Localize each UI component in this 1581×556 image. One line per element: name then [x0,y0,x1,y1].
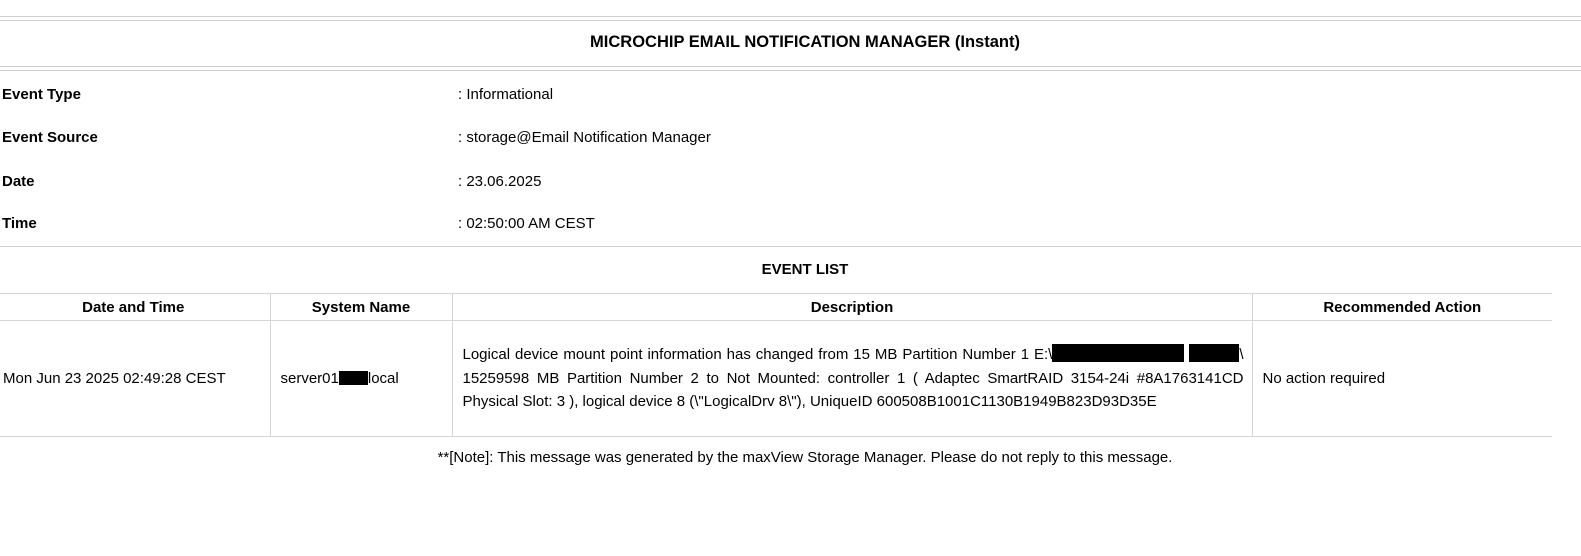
info-row-date: Date : 23.06.2025 [2,173,1002,195]
cell-system-name: server01 local [269,320,453,437]
column-header-description: Description [451,293,1253,321]
column-header-date-time: Date and Time [0,293,271,321]
cell-description: Logical device mount point information h… [451,320,1253,437]
redaction-box [1052,344,1185,363]
time-label: Time [2,215,37,232]
event-type-value: : Informational [458,86,554,103]
event-source-label: Event Source [2,129,98,146]
event-list-table: Date and Time System Name Description Re… [0,293,1552,437]
redaction-box [1189,344,1240,363]
column-header-system-name: System Name [269,293,453,321]
cell-date-time: Mon Jun 23 2025 02:49:28 CEST [0,320,271,437]
system-name-prefix: server01 [280,370,339,387]
table-row: Mon Jun 23 2025 02:49:28 CEST server01 lo… [0,320,1552,437]
event-source-value: : storage@Email Notification Manager [458,129,711,146]
divider [0,20,1581,21]
description-part-1: Logical device mount point information h… [462,346,1053,364]
info-row-event-type: Event Type : Informational [2,86,1002,108]
page-title: MICROCHIP EMAIL NOTIFICATION MANAGER (In… [590,33,1020,51]
event-type-label: Event Type [2,86,81,103]
info-row-time: Time : 02:50:00 AM CEST [2,215,1002,237]
divider [0,16,1581,17]
date-value: : 23.06.2025 [458,173,542,190]
event-list-title: EVENT LIST [761,261,849,278]
email-page: MICROCHIP EMAIL NOTIFICATION MANAGER (In… [0,0,1581,556]
table-header-row: Date and Time System Name Description Re… [0,293,1552,321]
time-value: : 02:50:00 AM CEST [458,215,595,232]
divider [0,70,1581,71]
footer-note: **[Note]: This message was generated by … [437,449,1173,466]
column-header-recommended-action: Recommended Action [1251,293,1552,321]
info-row-event-source: Event Source : storage@Email Notificatio… [2,129,1002,151]
system-name-suffix: local [367,370,399,387]
redaction-box [338,371,368,385]
cell-recommended-action: No action required [1251,320,1552,437]
divider [0,66,1581,67]
divider [0,246,1581,247]
date-label: Date [2,173,35,190]
